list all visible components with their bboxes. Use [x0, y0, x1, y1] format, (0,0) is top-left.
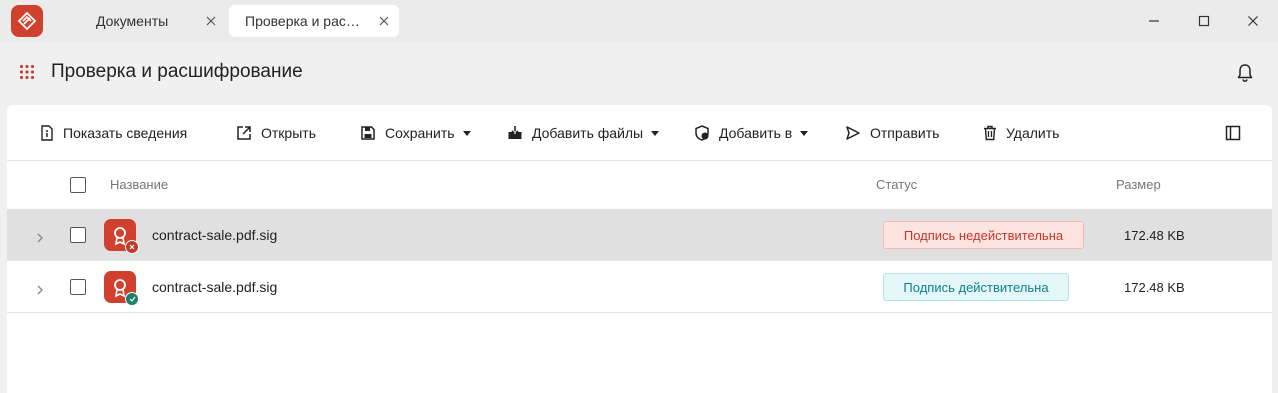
send-icon: [846, 126, 860, 140]
valid-badge-icon: [125, 292, 139, 306]
close-icon: [1248, 16, 1258, 26]
tab-verify-decrypt[interactable]: Проверка и расшифрование: [229, 5, 399, 37]
apps-grid-icon[interactable]: [19, 64, 35, 80]
delete-button[interactable]: Удалить: [983, 121, 1059, 145]
column-header-size[interactable]: Размер: [1116, 177, 1161, 192]
close-window-button[interactable]: [1240, 8, 1266, 34]
maximize-button[interactable]: [1191, 8, 1217, 34]
file-size: 172.48 KB: [1124, 228, 1185, 243]
tab-documents[interactable]: Документы: [80, 5, 226, 37]
select-all-checkbox[interactable]: [70, 177, 86, 193]
add-to-icon: [695, 125, 709, 141]
tab-label: Проверка и расшифрование: [245, 13, 365, 29]
add-files-button[interactable]: Добавить файлы: [507, 121, 660, 145]
add-files-icon: [508, 126, 522, 139]
certificate-icon: [104, 271, 139, 306]
close-icon[interactable]: [377, 14, 391, 28]
status-badge: Подпись недействительна: [883, 221, 1084, 249]
add-to-button[interactable]: Добавить в: [694, 121, 809, 145]
app-logo: [11, 5, 43, 37]
invalid-badge-icon: [125, 240, 139, 254]
status-badge: Подпись действительна: [883, 273, 1069, 301]
file-name: contract-sale.pdf.sig: [152, 279, 278, 295]
row-checkbox[interactable]: [70, 279, 86, 295]
save-icon: [361, 126, 375, 140]
bell-icon[interactable]: [1234, 62, 1256, 84]
row-checkbox[interactable]: [70, 227, 86, 243]
chevron-right-icon[interactable]: [35, 282, 45, 295]
info-icon: [41, 125, 53, 141]
tab-label: Документы: [96, 13, 169, 29]
row-divider: [7, 312, 1272, 313]
file-name: contract-sale.pdf.sig: [152, 227, 278, 243]
add-files-label: Добавить файлы: [532, 125, 644, 141]
app-logo-icon: [17, 11, 37, 31]
open-button[interactable]: Открыть: [236, 121, 316, 145]
add-to-label: Добавить в: [719, 125, 793, 141]
panel-toggle-icon: [1225, 125, 1241, 141]
minimize-icon: [1149, 20, 1159, 22]
trash-icon: [984, 125, 996, 141]
certificate-icon: [104, 219, 139, 254]
page-title: Проверка и расшифрование: [51, 61, 303, 82]
chevron-down-icon: [462, 130, 471, 136]
maximize-icon: [1198, 15, 1210, 27]
chevron-down-icon: [800, 130, 809, 136]
delete-label: Удалить: [1006, 125, 1060, 141]
chevron-down-icon: [651, 130, 660, 136]
column-header-name[interactable]: Название: [110, 177, 168, 192]
save-button[interactable]: Сохранить: [360, 121, 471, 145]
close-icon[interactable]: [204, 14, 218, 28]
send-label: Отправить: [870, 125, 940, 141]
open-label: Открыть: [261, 125, 316, 141]
file-size: 172.48 KB: [1124, 280, 1185, 295]
minimize-button[interactable]: [1141, 8, 1167, 34]
chevron-right-icon[interactable]: [35, 230, 45, 243]
column-header-status[interactable]: Статус: [876, 177, 917, 192]
save-label: Сохранить: [385, 125, 455, 141]
show-info-button[interactable]: Показать сведения: [40, 121, 187, 145]
show-info-label: Показать сведения: [63, 125, 188, 141]
open-external-icon: [237, 126, 251, 140]
panel-toggle-button[interactable]: [1225, 121, 1241, 145]
send-button[interactable]: Отправить: [845, 121, 939, 145]
toolbar-divider: [7, 160, 1272, 161]
